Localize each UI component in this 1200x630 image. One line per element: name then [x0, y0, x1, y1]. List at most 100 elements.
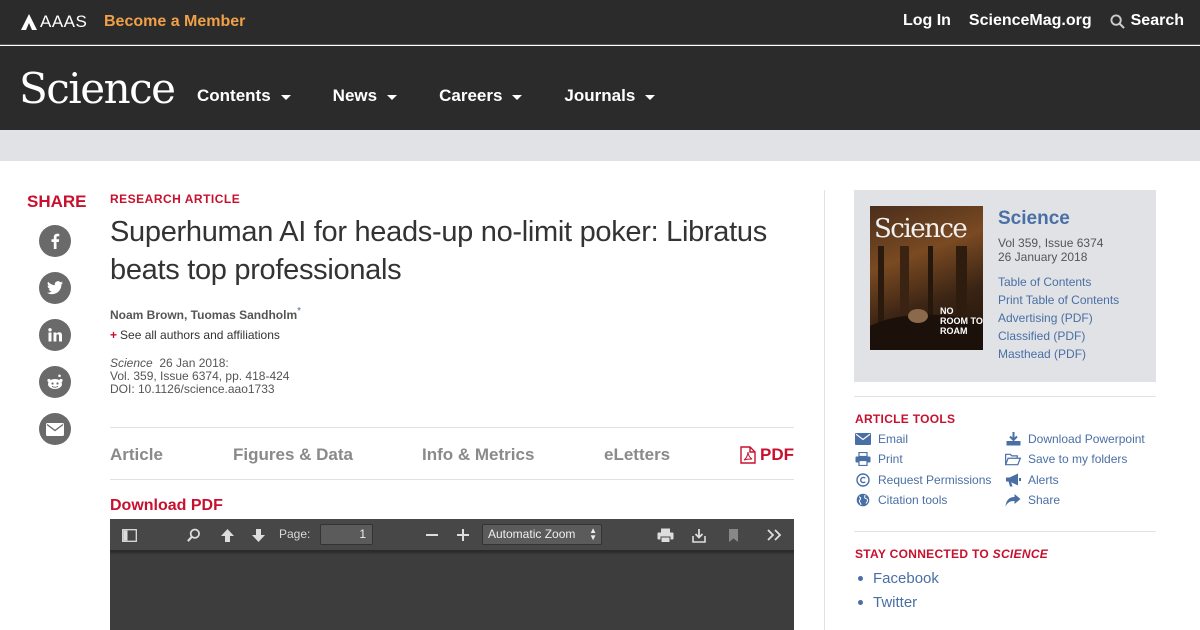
pdf-viewer: Page: 1 Automatic Zoom ▲ ▼: [110, 519, 794, 630]
facebook-share-button[interactable]: [39, 225, 71, 257]
citation-journal: Science: [110, 356, 153, 370]
author-names[interactable]: Noam Brown, Tuomas Sandholm: [110, 308, 297, 322]
share-tool-label: Share: [1028, 493, 1061, 507]
login-link[interactable]: Log In: [903, 12, 951, 30]
issue-volume-number: Vol 359, Issue 6374: [998, 236, 1104, 250]
tab-info-metrics[interactable]: Info & Metrics: [422, 445, 534, 465]
request-permissions-tool[interactable]: Request Permissions: [855, 473, 991, 487]
twitter-link-label: Twitter: [873, 593, 918, 611]
masthead-pdf-link[interactable]: Masthead (PDF): [998, 347, 1119, 361]
tab-article[interactable]: Article: [110, 445, 163, 465]
table-of-contents-link[interactable]: Table of Contents: [998, 275, 1119, 289]
issue-cover-image[interactable]: Science NO ROOM TO ROAM: [870, 206, 983, 350]
advertising-pdf-link[interactable]: Advertising (PDF): [998, 311, 1119, 325]
nav-news-label: News: [332, 86, 378, 105]
print-table-of-contents-link[interactable]: Print Table of Contents: [998, 293, 1119, 307]
zoom-in-button[interactable]: [453, 525, 473, 545]
download-icon: [1006, 432, 1020, 446]
download-pdf-link[interactable]: Download PDF: [110, 497, 223, 515]
corresponding-author-mark[interactable]: *: [297, 306, 301, 317]
search-icon: [1110, 13, 1125, 29]
tab-figures-data[interactable]: Figures & Data: [233, 445, 353, 465]
issue-box: Science NO ROOM TO ROAM Science Vol 359,…: [854, 190, 1156, 382]
classified-pdf-link[interactable]: Classified (PDF): [998, 329, 1119, 343]
citation-date: 26 Jan 2018:: [159, 356, 229, 370]
print-icon: [657, 528, 673, 543]
nav-contents[interactable]: Contents: [197, 86, 291, 106]
tools-menu-button[interactable]: [764, 525, 784, 545]
page-number-input[interactable]: 1: [320, 524, 373, 545]
article-tabs: Article Figures & Data Info & Metrics eL…: [110, 427, 794, 480]
nav-news[interactable]: News: [332, 86, 398, 106]
pdf-toolbar: Page: 1 Automatic Zoom ▲ ▼: [110, 519, 794, 551]
linkedin-share-button[interactable]: [39, 319, 71, 351]
nav-contents-label: Contents: [197, 86, 271, 105]
nav-careers[interactable]: Careers: [439, 86, 523, 106]
cover-title: Science: [874, 214, 968, 244]
find-button[interactable]: [184, 525, 204, 545]
citation-doi: DOI: 10.1126/science.aao1733: [110, 382, 275, 396]
issue-volume: Vol 359, Issue 6374 26 January 2018: [998, 236, 1119, 264]
science-logo[interactable]: Science: [19, 64, 176, 113]
nav-journals[interactable]: Journals: [564, 86, 656, 106]
bookmark-button[interactable]: [723, 525, 743, 545]
divider: [854, 396, 1156, 397]
divider: [854, 531, 1156, 532]
zoom-select[interactable]: Automatic Zoom ▲ ▼: [482, 524, 602, 545]
affiliations-toggle[interactable]: + See all authors and affiliations: [110, 328, 794, 342]
print-button[interactable]: [655, 525, 675, 545]
chevron-down-icon: [387, 94, 398, 100]
article-tools-title: ARTICLE TOOLS: [855, 412, 956, 426]
twitter-share-button[interactable]: [39, 272, 71, 304]
tab-pdf[interactable]: PDF: [740, 445, 794, 465]
print-tool[interactable]: Print: [855, 452, 903, 466]
download-powerpoint-tool[interactable]: Download Powerpoint: [1005, 432, 1145, 446]
share-tool[interactable]: Share: [1005, 493, 1060, 507]
globe-icon: [856, 493, 870, 507]
search-button[interactable]: Search: [1110, 12, 1184, 30]
citation-tools[interactable]: Citation tools: [855, 493, 947, 507]
email-tool[interactable]: Email: [855, 432, 908, 446]
article-title: Superhuman AI for heads-up no-limit poke…: [110, 216, 767, 286]
linkedin-icon: [48, 328, 62, 342]
save-to-folders-tool[interactable]: Save to my folders: [1005, 452, 1127, 466]
tab-pdf-label: PDF: [760, 445, 794, 464]
download-powerpoint-label: Download Powerpoint: [1028, 432, 1145, 446]
bullhorn-icon: [1006, 473, 1021, 487]
aaas-logo[interactable]: AAAS: [20, 12, 87, 32]
top-links: Log In ScienceMag.org Search: [903, 12, 1184, 30]
search-icon: [187, 528, 200, 542]
authors: Noam Brown, Tuomas Sandholm*: [110, 306, 794, 322]
next-page-button[interactable]: [248, 525, 268, 545]
facebook-link[interactable]: Facebook: [858, 566, 939, 590]
share-arrow-icon: [1005, 493, 1021, 506]
twitter-link[interactable]: Twitter: [858, 590, 939, 614]
become-member-link[interactable]: Become a Member: [104, 13, 245, 31]
sciencemag-link[interactable]: ScienceMag.org: [969, 12, 1092, 30]
pdf-document-area[interactable]: [110, 551, 794, 630]
aaas-mark-icon: [21, 14, 37, 30]
previous-page-button[interactable]: [217, 525, 237, 545]
alerts-label: Alerts: [1028, 473, 1059, 487]
chevron-down-icon: [512, 94, 523, 100]
plus-icon: [457, 529, 469, 541]
chevron-down-icon: [645, 94, 656, 100]
reddit-share-button[interactable]: [39, 366, 71, 398]
minus-icon: [426, 534, 438, 536]
email-share-button[interactable]: [39, 413, 71, 445]
column-divider: [824, 190, 825, 630]
sidebar-toggle-button[interactable]: [119, 525, 139, 545]
search-label: Search: [1130, 12, 1184, 29]
tab-eletters[interactable]: eLetters: [604, 445, 670, 465]
twitter-icon: [47, 281, 63, 295]
alerts-tool[interactable]: Alerts: [1005, 473, 1059, 487]
zoom-out-button[interactable]: [422, 525, 442, 545]
download-button[interactable]: [689, 525, 709, 545]
stay-connected-journal: SCIENCE: [992, 547, 1049, 561]
article-type: RESEARCH ARTICLE: [110, 192, 241, 206]
affiliations-label: See all authors and affiliations: [120, 328, 280, 342]
issue-info: Science Vol 359, Issue 6374 26 January 2…: [998, 208, 1119, 361]
issue-journal-name[interactable]: Science: [998, 208, 1119, 230]
pdf-file-icon: [740, 446, 756, 464]
issue-date: 26 January 2018: [998, 250, 1088, 264]
